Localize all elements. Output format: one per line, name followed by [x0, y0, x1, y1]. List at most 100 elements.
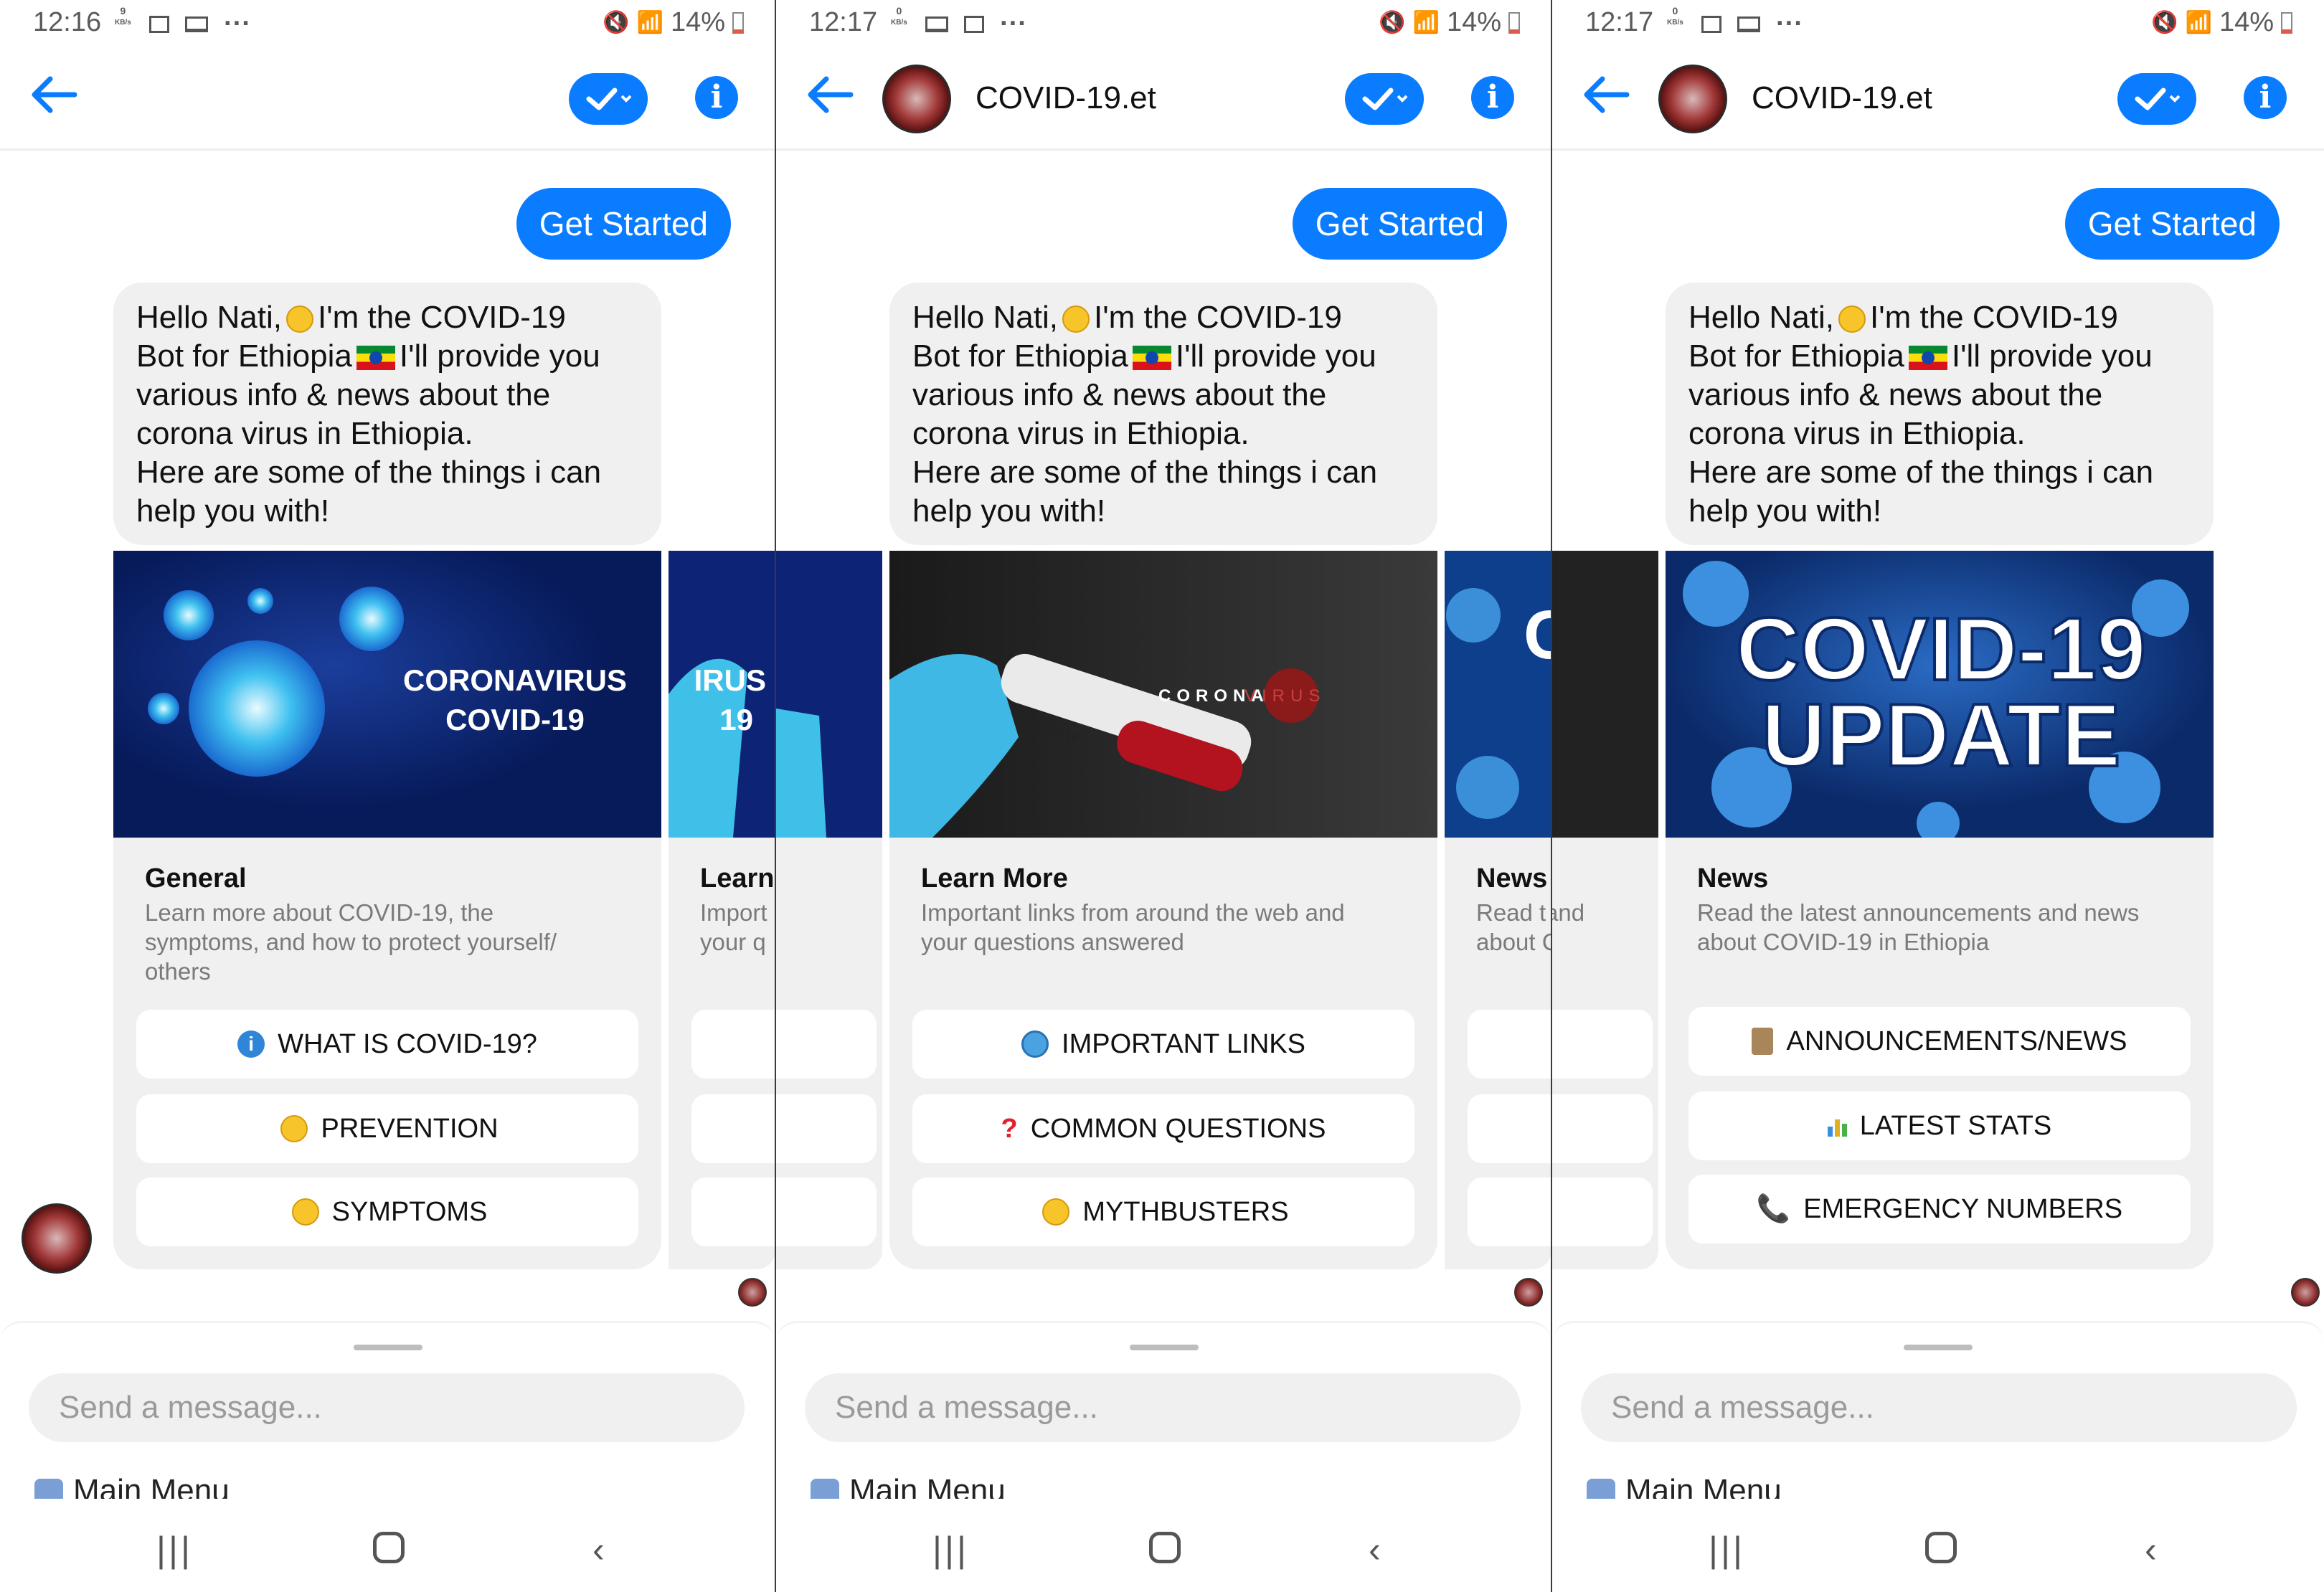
svg-text:UPDATE: UPDATE — [1762, 686, 2121, 785]
laptop-icon — [1737, 16, 1760, 32]
back-icon[interactable]: ‹ — [592, 1529, 605, 1570]
wifi-icon: 📶 — [1412, 11, 1440, 34]
quick-reply-toggle[interactable] — [1345, 73, 1424, 125]
latest-stats-button[interactable]: LATEST STATS — [1688, 1091, 2191, 1160]
status-bar: 12:16 9 KB/s ··· 🔇 📶 14% — [0, 0, 775, 44]
robot-icon — [811, 1479, 839, 1499]
quick-reply-toggle[interactable] — [569, 73, 648, 125]
greeting-bubble: Hello Nati, I'm the COVID-19 Bot for Ethi… — [1666, 283, 2214, 545]
question-icon: ? — [1001, 1113, 1018, 1144]
drag-handle[interactable] — [1904, 1345, 1973, 1350]
carousel-card-general[interactable]: CORONAVIRUS COVID-19 General Learn more … — [113, 551, 661, 1269]
carousel-card-peek[interactable]: C News Read t about C — [1445, 551, 1551, 1269]
card-title: Learn More — [921, 863, 1068, 894]
status-bar: 12:17 0 KB/s ··· 🔇 📶 14% — [1552, 0, 2324, 44]
wifi-icon: 📶 — [2185, 11, 2212, 34]
carousel-card-learn-more[interactable]: CORONA VIRUS COVID-19 Learn More Importa… — [889, 551, 1437, 1269]
message-input[interactable]: Send a message... — [1581, 1373, 2297, 1442]
covid-update-image: COVID-19 UPDATE — [1666, 551, 2214, 838]
recents-icon[interactable]: ||| — [156, 1529, 193, 1570]
scroll-icon — [1752, 1028, 1774, 1055]
system-nav-bar: ||| ‹ — [0, 1500, 775, 1592]
recents-icon[interactable]: ||| — [932, 1529, 969, 1570]
quick-reply-toggle[interactable] — [2117, 73, 2196, 125]
card-title: General — [145, 863, 247, 894]
main-menu-button[interactable]: Main Menu — [1587, 1473, 1782, 1499]
announcements-news-button[interactable]: ANNOUNCEMENTS/NEWS — [1688, 1007, 2191, 1076]
laptop-icon — [925, 16, 948, 32]
bar-chart-icon — [1827, 1115, 1847, 1137]
what-is-covid-button[interactable]: i WHAT IS COVID-19? — [136, 1010, 638, 1079]
greeting-bubble: Hello Nati, I'm the COVID-19 Bot for Ethi… — [889, 283, 1437, 545]
covid-test-tube-image: CORONA VIRUS COVID-19 — [889, 551, 1437, 838]
grin-icon — [280, 1115, 308, 1142]
phone-icon: 📞 — [1756, 1194, 1791, 1224]
main-menu-button[interactable]: Main Menu — [811, 1473, 1006, 1499]
greeting-bubble: Hello Nati, I'm the COVID-19 Bot for Ethi… — [113, 283, 661, 545]
battery-percent: 14% — [1446, 7, 1501, 37]
smile-emoji-icon — [1062, 305, 1090, 333]
card-subtitle: Learn more about COVID-19, the symptoms,… — [145, 899, 557, 985]
message-input[interactable]: Send a message... — [29, 1373, 745, 1442]
back-arrow-icon[interactable] — [805, 73, 855, 116]
common-questions-button[interactable]: ? COMMON QUESTIONS — [912, 1094, 1414, 1163]
status-time: 12:16 — [33, 7, 102, 37]
check-icon — [1362, 87, 1408, 110]
recents-icon[interactable]: ||| — [1709, 1529, 1745, 1570]
battery-percent: 14% — [2219, 7, 2274, 37]
back-arrow-icon[interactable] — [1581, 73, 1631, 116]
back-icon[interactable]: ‹ — [1369, 1529, 1381, 1570]
more-dots-icon: ··· — [1000, 9, 1027, 39]
home-icon[interactable] — [1149, 1532, 1181, 1563]
get-started-message: Get Started — [1292, 188, 1507, 260]
back-arrow-icon[interactable] — [29, 73, 79, 116]
mythbusters-button[interactable]: MYTHBUSTERS — [912, 1178, 1414, 1246]
symptoms-button[interactable]: SYMPTOMS — [136, 1178, 638, 1246]
emergency-numbers-button[interactable]: 📞 EMERGENCY NUMBERS — [1688, 1175, 2191, 1243]
info-icon[interactable]: i — [2244, 76, 2287, 119]
page-title[interactable]: COVID-19.et — [1752, 80, 1932, 116]
page-avatar[interactable] — [1658, 65, 1727, 133]
home-icon[interactable] — [1925, 1532, 1957, 1563]
svg-text:C: C — [1524, 597, 1551, 673]
message-input[interactable]: Send a message... — [805, 1373, 1521, 1442]
svg-text:IRUS: IRUS — [694, 663, 766, 697]
status-time: 12:17 — [809, 7, 878, 37]
system-nav-bar: ||| ‹ — [776, 1500, 1551, 1592]
sick-face-icon — [291, 1198, 319, 1226]
status-time: 12:17 — [1585, 7, 1654, 37]
battery-percent: 14% — [670, 7, 725, 37]
svg-text:19: 19 — [719, 703, 753, 736]
svg-text:COVID-19: COVID-19 — [445, 703, 585, 736]
network-speed: 9 KB/s — [115, 5, 131, 27]
home-icon[interactable] — [373, 1532, 405, 1563]
image-icon — [149, 15, 169, 33]
carousel-card-peek[interactable]: IRUS 19 Learn Import your q — [669, 551, 775, 1269]
messenger-header: COVID-19.et i — [776, 44, 1551, 151]
carousel-card-peek-left[interactable] — [776, 551, 882, 1269]
ethiopia-flag-icon — [356, 346, 395, 371]
smile-emoji-icon — [285, 305, 313, 333]
seen-indicator-avatar — [738, 1278, 767, 1307]
carousel-card-peek-left[interactable]: and — [1552, 551, 1658, 1269]
mute-icon: 🔇 — [603, 11, 630, 34]
mute-icon: 🔇 — [1379, 11, 1406, 34]
robot-icon — [1587, 1479, 1615, 1499]
important-links-button[interactable]: IMPORTANT LINKS — [912, 1010, 1414, 1079]
drag-handle[interactable] — [1129, 1345, 1199, 1350]
messenger-header: COVID-19.et i — [1552, 44, 2324, 151]
phone-screen-1: 12:16 9 KB/s ··· 🔇 📶 14% i Get Started He… — [0, 0, 775, 1592]
info-icon[interactable]: i — [1471, 76, 1514, 119]
confused-face-icon — [1042, 1198, 1070, 1226]
network-speed: 0 KB/s — [1667, 5, 1683, 27]
carousel-card-news[interactable]: COVID-19 UPDATE News Read the latest ann… — [1666, 551, 2214, 1269]
drag-handle[interactable] — [353, 1345, 422, 1350]
page-avatar[interactable] — [882, 65, 951, 133]
prevention-button[interactable]: PREVENTION — [136, 1094, 638, 1163]
more-dots-icon: ··· — [1776, 9, 1803, 39]
info-icon[interactable]: i — [695, 76, 738, 119]
page-title[interactable]: COVID-19.et — [976, 80, 1156, 116]
back-icon[interactable]: ‹ — [2145, 1529, 2157, 1570]
status-bar: 12:17 0 KB/s ··· 🔇 📶 14% — [776, 0, 1551, 44]
main-menu-button[interactable]: Main Menu — [34, 1473, 230, 1499]
